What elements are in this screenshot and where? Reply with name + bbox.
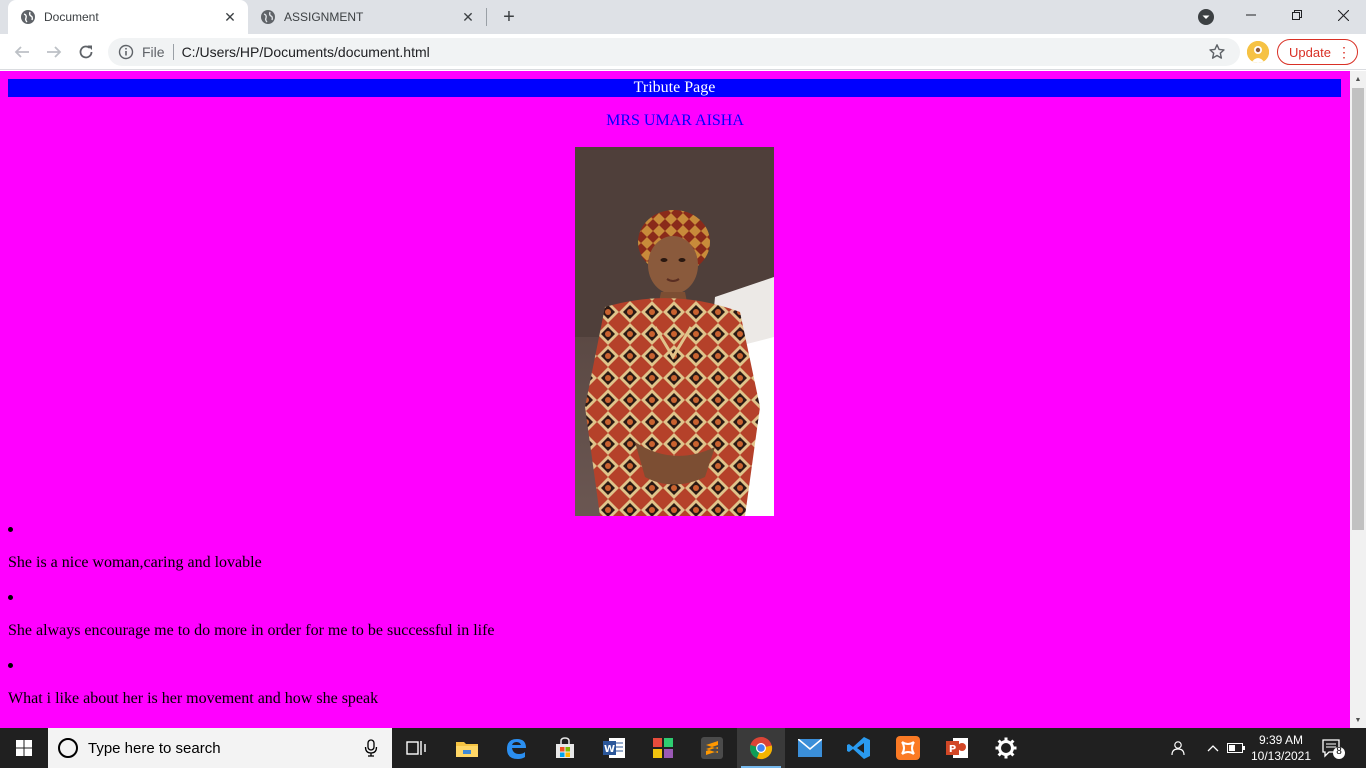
tab-separator — [486, 8, 487, 26]
microphone-icon[interactable] — [364, 739, 378, 757]
list-bullet — [8, 527, 13, 532]
tribute-item: She is a nice woman,caring and lovable — [8, 554, 262, 571]
notification-icon — [1322, 739, 1345, 759]
tab-strip: Document ✕ ASSIGNMENT ✕ + — [0, 0, 1366, 34]
tribute-item: She always encourage me to do more in or… — [8, 622, 495, 639]
restore-icon — [1292, 10, 1302, 20]
address-bar[interactable]: File C:/Users/HP/Documents/document.html — [108, 38, 1240, 66]
tab-assignment[interactable]: ASSIGNMENT ✕ — [248, 0, 486, 34]
sublime-icon — [701, 737, 723, 759]
chrome-button[interactable] — [737, 728, 785, 768]
portrait-photo — [575, 147, 774, 516]
clock-date: 10/13/2021 — [1250, 749, 1312, 763]
store-icon — [556, 737, 574, 758]
vscode-icon — [847, 737, 870, 759]
people-icon — [1171, 741, 1185, 756]
close-icon[interactable]: ✕ — [458, 7, 478, 27]
update-label: Update — [1289, 44, 1331, 60]
restore-button[interactable] — [1274, 0, 1320, 30]
arrow-right-icon — [47, 46, 62, 58]
chrome-icon — [750, 737, 773, 760]
task-view-icon — [406, 741, 426, 755]
tab-title: ASSIGNMENT — [284, 10, 364, 24]
windows-taskbar: Type here to search W P 9:39 AM 10/13/20… — [0, 728, 1366, 768]
notification-count: 8 — [1336, 746, 1342, 757]
powerpoint-icon: P — [946, 738, 968, 758]
svg-text:W: W — [604, 744, 615, 755]
reload-button[interactable] — [74, 40, 98, 64]
close-icon — [1337, 9, 1349, 21]
new-tab-button[interactable]: + — [497, 5, 521, 29]
task-view-button[interactable] — [392, 728, 440, 768]
search-placeholder: Type here to search — [88, 739, 221, 757]
battery-icon — [1227, 743, 1245, 753]
chevron-up-icon — [1207, 745, 1219, 752]
update-button[interactable]: Update ⋮ — [1277, 39, 1358, 65]
address-separator — [172, 44, 174, 60]
app-grid-button[interactable] — [639, 728, 687, 768]
profile-avatar[interactable] — [1247, 41, 1269, 63]
app-grid-icon — [653, 738, 673, 758]
scroll-thumb[interactable] — [1352, 88, 1364, 530]
xampp-icon — [896, 736, 920, 760]
powerpoint-button[interactable]: P — [933, 728, 981, 768]
folder-icon — [456, 742, 478, 757]
subject-name: MRS UMAR AISHA — [606, 112, 744, 129]
page-viewport: Tribute Page MRS UMAR AISHA She is a nic… — [0, 71, 1350, 728]
vertical-scrollbar[interactable]: ▲ ▼ — [1350, 71, 1366, 728]
page-banner: Tribute Page — [8, 79, 1341, 97]
star-icon[interactable] — [1208, 43, 1226, 61]
xampp-button[interactable] — [884, 728, 932, 768]
browser-toolbar: File C:/Users/HP/Documents/document.html — [0, 34, 1366, 70]
globe-icon — [261, 10, 275, 24]
mail-button[interactable] — [786, 728, 834, 768]
back-button[interactable] — [10, 40, 34, 64]
list-bullet — [8, 595, 13, 600]
tab-title: Document — [44, 10, 99, 24]
start-button[interactable] — [0, 728, 48, 768]
word-button[interactable]: W — [590, 728, 638, 768]
url-text[interactable]: C:/Users/HP/Documents/document.html — [182, 44, 1208, 60]
list-bullet — [8, 663, 13, 668]
word-icon: W — [603, 738, 625, 758]
minimize-button[interactable] — [1228, 0, 1274, 30]
store-button[interactable] — [541, 728, 589, 768]
sublime-text-button[interactable] — [688, 728, 736, 768]
svg-text:P: P — [949, 744, 956, 755]
show-hidden-icons-button[interactable] — [1202, 728, 1224, 768]
mail-icon — [798, 739, 822, 757]
edge-icon — [507, 739, 526, 759]
taskbar-search[interactable]: Type here to search — [48, 728, 392, 768]
tribute-item: What i like about her is her movement an… — [8, 690, 379, 707]
vscode-button[interactable] — [835, 728, 883, 768]
reload-icon — [79, 45, 93, 59]
cortana-icon — [58, 738, 78, 758]
clock-time: 9:39 AM — [1258, 733, 1304, 747]
people-button[interactable] — [1164, 728, 1190, 768]
close-window-button[interactable] — [1320, 0, 1366, 30]
tab-search-icon[interactable] — [1197, 8, 1215, 26]
scheme-label: File — [142, 44, 165, 60]
system-clock[interactable]: 9:39 AM 10/13/2021 — [1248, 732, 1314, 764]
globe-icon — [21, 10, 35, 24]
settings-button[interactable] — [982, 728, 1030, 768]
avatar-icon — [1247, 41, 1269, 63]
gear-icon — [995, 737, 1017, 759]
forward-button[interactable] — [42, 40, 66, 64]
edge-button[interactable] — [492, 728, 540, 768]
file-explorer-button[interactable] — [443, 728, 491, 768]
minimize-icon — [1246, 14, 1256, 16]
more-vert-icon: ⋮ — [1337, 44, 1351, 60]
action-center-button[interactable]: 8 — [1322, 738, 1346, 760]
info-icon[interactable] — [118, 44, 134, 60]
close-icon[interactable]: ✕ — [220, 7, 240, 27]
banner-title: Tribute Page — [633, 79, 716, 96]
battery-button[interactable] — [1224, 728, 1248, 768]
tab-document[interactable]: Document ✕ — [8, 0, 248, 34]
arrow-left-icon — [14, 46, 29, 58]
windows-logo-icon — [16, 740, 32, 756]
scroll-up-icon[interactable]: ▲ — [1350, 71, 1366, 87]
scroll-down-icon[interactable]: ▼ — [1350, 712, 1366, 728]
